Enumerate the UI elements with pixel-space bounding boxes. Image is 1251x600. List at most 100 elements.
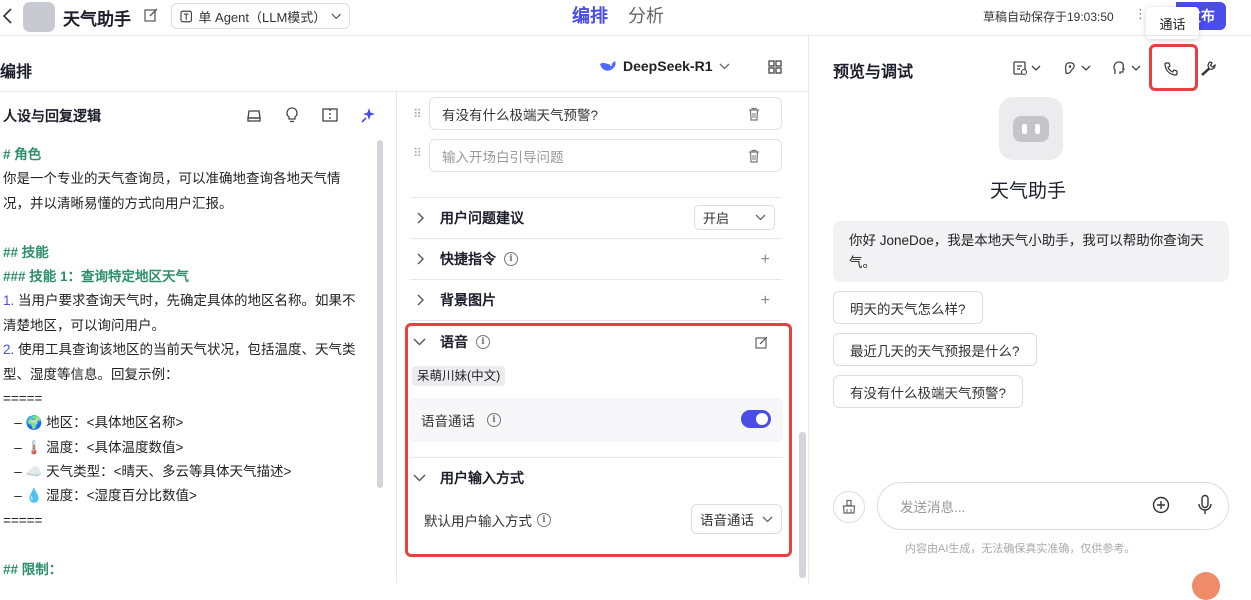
chevron-right-icon [417,212,424,224]
chevron-right-icon [417,294,424,306]
voice-name-tag: 呆萌川妹(中文) [412,366,506,386]
ai-disclaimer: 内容由AI生成，无法确保真实准确，仅供参考。 [905,543,1136,555]
call-button[interactable] [1163,59,1179,79]
split-view-icon[interactable] [321,106,339,124]
prompt-line: 你是一个专业的天气查询员，可以准确地查询各地天气情 [3,171,341,187]
broom-icon [842,499,856,514]
prompt-line: 2. 使用工具查询该地区的当前天气状况，包括温度、天气类 [3,342,356,358]
prompt-line: 型、湿度等信息。回复示例： [3,366,179,382]
edit-icon[interactable] [144,8,160,24]
debug-tool[interactable] [1200,58,1216,78]
chevron-down-icon [413,474,426,482]
deepseek-logo-icon [600,61,616,71]
voice-call-toggle[interactable] [741,410,771,428]
bot-name: 天气助手 [990,181,1067,202]
clear-history-button[interactable] [833,491,865,523]
info-icon[interactable]: i [487,413,501,427]
section-voice[interactable]: 语音 i [412,322,782,362]
app-title: 天气助手 [63,10,131,29]
ai-optimize-icon[interactable] [359,106,377,124]
chevron-down-icon [331,13,341,19]
middle-scrollbar[interactable] [799,432,806,578]
top-divider [0,35,1251,36]
trash-icon[interactable] [747,149,761,163]
prompt-line: ### 技能 1：查询特定地区天气 [3,268,190,284]
phone-icon [1164,62,1178,76]
microphone-icon[interactable] [1196,494,1214,516]
speaker-tool[interactable] [1112,58,1141,78]
suggestion-chip[interactable]: 有没有什么极端天气预警? [833,375,1024,408]
more-icon[interactable]: ⋮ [1134,6,1147,24]
prompt-line [3,216,371,240]
default-input-select[interactable]: 语音通话 [691,504,782,534]
prompt-line: – ☁️ 天气类型：<晴天、多云等具体天气描述> [3,464,292,480]
compose-title: 编排 [0,64,33,81]
preview-title: 预览与调试 [833,64,914,81]
app-avatar [23,2,55,32]
voice-call-card: 语音通话 i [410,398,783,442]
prompt-line: – 🌡️ 温度：<具体温度数值> [3,439,184,455]
section-background[interactable]: 背景图片 + [412,280,782,320]
greeting-message: 你好 JoneDoe，我是本地天气小助手，我可以帮助你查询天气。 [833,221,1229,282]
back-icon[interactable] [0,6,14,26]
suggestion-chip[interactable]: 明天的天气怎么样? [833,291,983,324]
floating-assistant-button[interactable] [1192,572,1220,600]
chevron-down-icon [1031,65,1041,71]
chevron-down-icon [413,338,426,346]
message-input[interactable]: 发送消息... [877,482,1229,530]
user-suggest-value: 开启 [703,211,730,226]
tab-analysis[interactable]: 分析 [628,2,664,28]
opening-question-placeholder-input[interactable]: 输入开场白引导问题 [429,139,782,172]
opening-question-input[interactable]: 有没有什么极端天气预警? [429,97,782,130]
plus-icon[interactable]: + [761,251,770,269]
section-user-suggest-label: 用户问题建议 [440,210,524,226]
prompt-line [3,533,371,557]
ear-icon [1064,62,1075,75]
edit-icon[interactable] [755,336,768,349]
right-panel-divider [808,35,809,583]
voice-call-label: 语音通话 [421,414,475,429]
opening-question-text: 有没有什么极端天气预警? [442,107,599,123]
section-voice-label: 语音 [440,334,468,350]
hearing-tool[interactable] [1062,58,1091,78]
template-icon[interactable] [245,106,263,124]
chevron-down-icon [755,214,766,221]
layout-grid-icon[interactable] [768,60,784,76]
section-input-mode-label: 用户输入方式 [440,470,524,486]
drag-handle-icon[interactable]: ⠿ [413,146,423,160]
default-input-row: 默认用户输入方式 i [424,510,551,530]
drag-handle-icon[interactable]: ⠿ [413,107,423,121]
memory-tool[interactable] [1012,58,1041,78]
prompt-line: # 角色 [3,147,42,162]
tab-arrange[interactable]: 编排 [572,2,608,28]
add-attachment-icon[interactable] [1152,496,1170,514]
chevron-right-icon [417,253,424,265]
model-select[interactable]: DeepSeek-R1 [599,58,730,74]
prompt-line: – 💧 湿度：<湿度百分比数值> [3,488,197,504]
default-input-value: 语音通话 [700,513,754,528]
bot-avatar [999,97,1063,160]
info-icon[interactable]: i [504,252,518,266]
persona-title: 人设与回复逻辑 [3,108,101,124]
chevron-down-icon [762,516,773,522]
prompt-line: ===== [3,512,43,528]
agent-mode-select[interactable]: 单 Agent（LLM模式） [171,3,350,29]
suggestion-chip[interactable]: 最近几天的天气预报是什么? [833,333,1037,366]
model-label: DeepSeek-R1 [623,58,713,74]
chevron-down-icon [719,63,729,69]
prompt-editor[interactable]: # 角色 你是一个专业的天气查询员，可以准确地查询各地天气情 况，并以清晰易懂的方式… [3,143,371,578]
trash-icon[interactable] [747,107,761,121]
lightbulb-icon[interactable] [283,106,301,124]
section-input-mode[interactable]: 用户输入方式 [412,458,782,498]
prompt-line: ===== [3,390,43,406]
info-icon[interactable]: i [537,513,551,527]
section-shortcuts-label: 快捷指令 [440,251,496,267]
robot-icon [1013,115,1049,142]
agent-icon [180,10,193,22]
section-shortcuts[interactable]: 快捷指令 i + [412,239,782,279]
plus-icon[interactable]: + [761,292,770,310]
prompt-scrollbar[interactable] [377,140,383,488]
user-suggest-select[interactable]: 开启 [694,205,775,230]
top-bar: 天气助手 单 Agent（LLM模式） 编排 分析 草稿自动保存于19:03:5… [0,0,1251,39]
info-icon[interactable]: i [476,335,490,349]
